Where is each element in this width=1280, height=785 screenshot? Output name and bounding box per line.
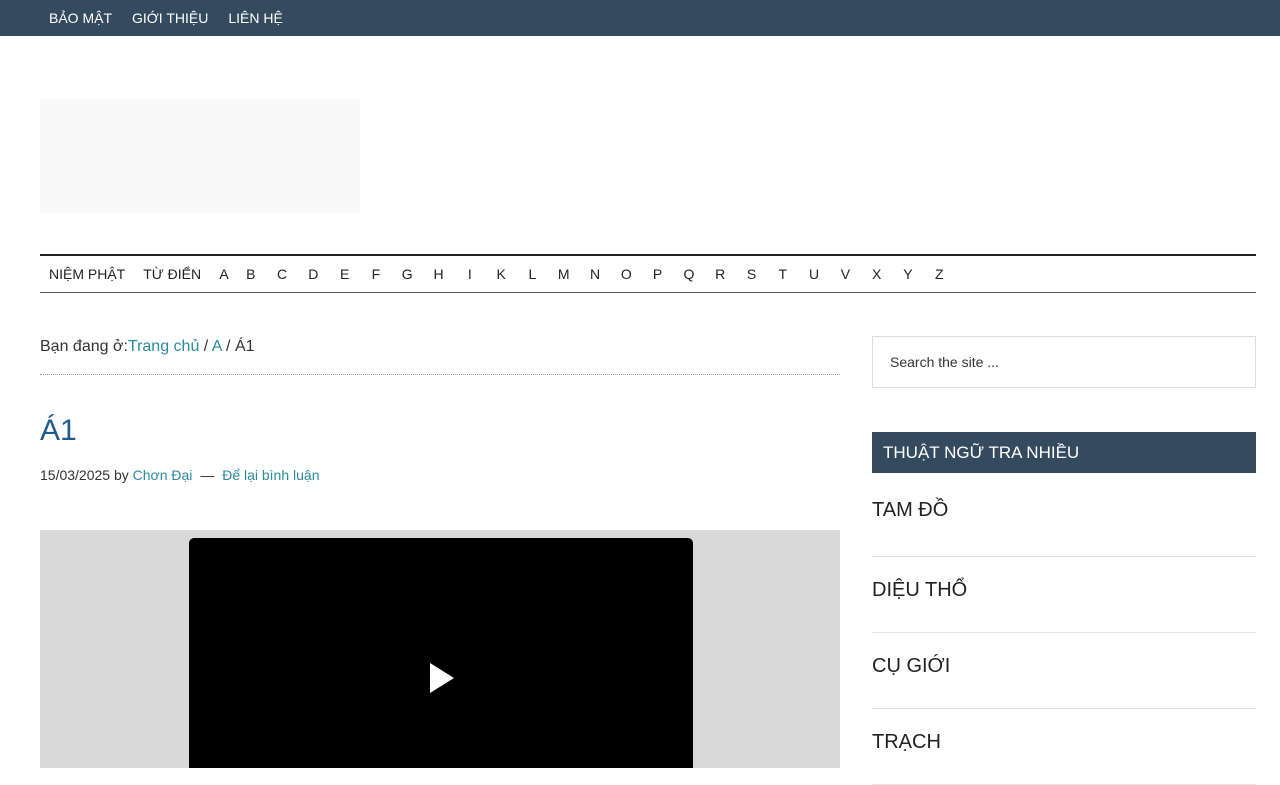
search-input[interactable] bbox=[872, 336, 1256, 388]
breadcrumb-home-link[interactable]: Trang chủ bbox=[128, 338, 199, 355]
meta-separator: — bbox=[200, 467, 215, 483]
breadcrumb-separator: / bbox=[221, 338, 235, 355]
breadcrumb-separator: / bbox=[199, 338, 212, 355]
letter-link-s[interactable]: S bbox=[736, 266, 767, 282]
term-link-trach[interactable]: TRẠCH bbox=[872, 731, 941, 753]
letter-link-d[interactable]: D bbox=[298, 266, 329, 282]
letter-link-r[interactable]: R bbox=[705, 266, 736, 282]
comment-link[interactable]: Để lại bình luận bbox=[222, 467, 319, 483]
letter-link-m[interactable]: M bbox=[548, 266, 579, 282]
letter-link-y[interactable]: Y bbox=[892, 266, 923, 282]
page-title: Á1 bbox=[40, 414, 77, 447]
letter-link-q[interactable]: Q bbox=[673, 266, 704, 282]
letter-link-l[interactable]: L bbox=[517, 266, 548, 282]
letter-link-t[interactable]: T bbox=[767, 266, 798, 282]
category-nav-item-niem-phat[interactable]: NIỆM PHẬT bbox=[40, 266, 134, 282]
post-author-link[interactable]: Chơn Đại bbox=[133, 467, 193, 483]
term-link-dieu-tho[interactable]: DIỆU THỔ bbox=[872, 579, 967, 601]
top-nav: BẢO MẬT GIỚI THIỆU LIÊN HỆ bbox=[39, 0, 293, 36]
play-icon[interactable] bbox=[430, 663, 454, 693]
breadcrumb: Bạn đang ở:Trang chủ / A / Á1 bbox=[40, 338, 840, 375]
breadcrumb-category-link[interactable]: A bbox=[212, 338, 222, 355]
letter-link-u[interactable]: U bbox=[798, 266, 829, 282]
breadcrumb-current: Á1 bbox=[234, 338, 255, 355]
top-nav-item-gioi-thieu[interactable]: GIỚI THIỆU bbox=[122, 0, 218, 36]
breadcrumb-prefix: Bạn đang ở: bbox=[40, 338, 128, 355]
letter-link-e[interactable]: E bbox=[329, 266, 360, 282]
letter-link-o[interactable]: O bbox=[611, 266, 642, 282]
letter-link-b[interactable]: B bbox=[235, 266, 266, 282]
term-link-tam-do[interactable]: TAM ĐỒ bbox=[872, 499, 948, 521]
alphabet-index: A B C D E F G H I K L M N O P Q R S T U … bbox=[213, 266, 955, 282]
letter-link-h[interactable]: H bbox=[423, 266, 454, 282]
category-nav: NIỆM PHẬT TỪ ĐIỂN A B C D E F G H I K L … bbox=[40, 254, 1256, 293]
video-player[interactable] bbox=[189, 538, 693, 768]
category-nav-item-tu-dien[interactable]: TỪ ĐIỂN bbox=[134, 266, 210, 282]
letter-link-n[interactable]: N bbox=[579, 266, 610, 282]
letter-link-z[interactable]: Z bbox=[924, 266, 955, 282]
post-meta: 15/03/2025 by Chơn Đại — Để lại bình luậ… bbox=[40, 467, 320, 483]
letter-link-i[interactable]: I bbox=[454, 266, 485, 282]
list-item: TAM ĐỒ bbox=[872, 481, 1256, 557]
top-nav-item-lien-he[interactable]: LIÊN HỆ bbox=[218, 0, 292, 36]
letter-link-c[interactable]: C bbox=[266, 266, 297, 282]
widget-title: THUẬT NGỮ TRA NHIỀU bbox=[872, 432, 1256, 473]
list-item: TRẠCH bbox=[872, 709, 1256, 785]
popular-terms-list: TAM ĐỒ DIỆU THỔ CỤ GIỚI TRẠCH bbox=[872, 481, 1256, 785]
letter-link-v[interactable]: V bbox=[830, 266, 861, 282]
term-link-cu-gioi[interactable]: CỤ GIỚI bbox=[872, 655, 950, 677]
site-logo[interactable] bbox=[40, 99, 360, 213]
list-item: CỤ GIỚI bbox=[872, 633, 1256, 709]
top-nav-item-bao-mat[interactable]: BẢO MẬT bbox=[39, 0, 122, 36]
video-container bbox=[40, 530, 840, 768]
letter-link-g[interactable]: G bbox=[392, 266, 423, 282]
post-by-label: by bbox=[113, 467, 129, 483]
post-date: 15/03/2025 bbox=[40, 467, 111, 483]
letter-link-a[interactable]: A bbox=[213, 266, 235, 282]
letter-link-x[interactable]: X bbox=[861, 266, 892, 282]
list-item: DIỆU THỔ bbox=[872, 557, 1256, 633]
letter-link-f[interactable]: F bbox=[360, 266, 391, 282]
top-bar: BẢO MẬT GIỚI THIỆU LIÊN HỆ bbox=[0, 0, 1280, 36]
letter-link-p[interactable]: P bbox=[642, 266, 673, 282]
letter-link-k[interactable]: K bbox=[485, 266, 516, 282]
